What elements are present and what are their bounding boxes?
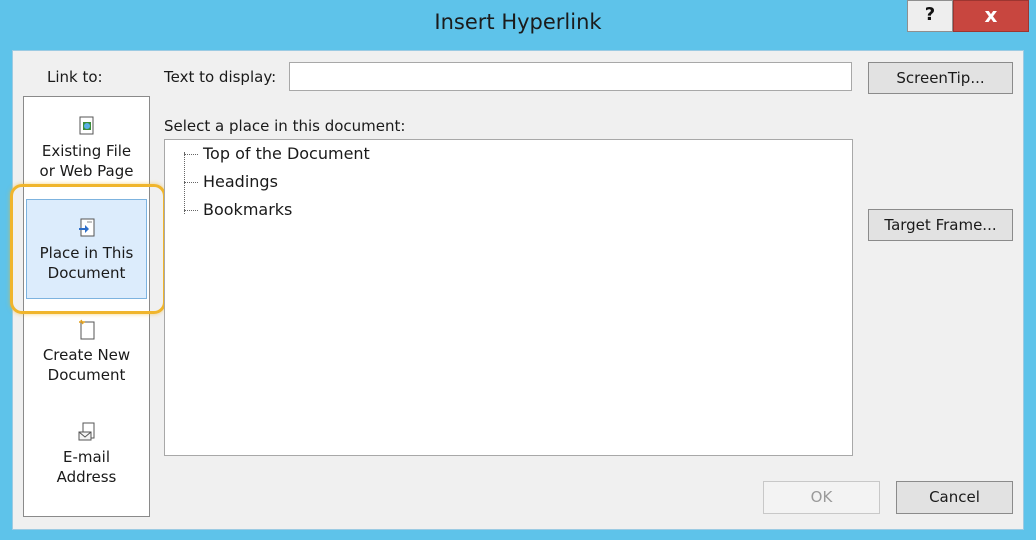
place-tree[interactable]: Top of the Document Headings Bookmarks <box>164 139 853 456</box>
cancel-button[interactable]: Cancel <box>896 481 1013 514</box>
link-to-label: Link to: <box>47 68 103 86</box>
close-button[interactable]: x <box>953 0 1029 32</box>
sidebar-item-place-in-document[interactable]: Place in This Document <box>24 217 149 283</box>
email-address-icon <box>78 422 94 441</box>
target-frame-button[interactable]: Target Frame... <box>868 209 1013 241</box>
dialog-body: Link to: Existing File or Web Page Place… <box>10 50 1024 530</box>
select-place-label: Select a place in this document: <box>164 117 406 135</box>
tree-item-headings[interactable]: Headings <box>184 172 278 194</box>
tree-item-label: Headings <box>203 172 278 191</box>
text-to-display-label: Text to display: <box>164 68 277 86</box>
sidebar-item-place-line2: Document <box>47 264 126 282</box>
sidebar-item-create-new-document[interactable]: Create New Document <box>24 319 149 385</box>
sidebar-item-existing-file[interactable]: Existing File or Web Page <box>24 115 149 181</box>
sidebar-item-existing-file-line2: or Web Page <box>39 162 134 180</box>
tree-item-label: Bookmarks <box>203 200 293 219</box>
screentip-button[interactable]: ScreenTip... <box>868 62 1013 94</box>
existing-file-icon <box>79 116 93 135</box>
sidebar-item-email-address[interactable]: E-mail Address <box>24 421 149 487</box>
tree-item-label: Top of the Document <box>203 144 370 163</box>
create-new-document-icon <box>78 319 94 340</box>
sidebar-item-email-line2: Address <box>56 468 117 486</box>
ok-button[interactable]: OK <box>763 481 880 514</box>
window-title: Insert Hyperlink <box>434 10 602 34</box>
place-in-document-icon <box>78 218 94 237</box>
link-to-sidebar: Existing File or Web Page Place in This … <box>23 96 150 517</box>
sidebar-item-email-line1: E-mail <box>62 448 111 466</box>
text-to-display-input[interactable] <box>289 62 852 91</box>
sidebar-item-existing-file-line1: Existing File <box>41 142 132 160</box>
help-button[interactable]: ? <box>907 0 953 32</box>
title-bar: Insert Hyperlink ? x <box>0 0 1036 48</box>
tree-item-bookmarks[interactable]: Bookmarks <box>184 200 292 222</box>
sidebar-item-create-line2: Document <box>47 366 126 384</box>
sidebar-item-place-line1: Place in This <box>39 244 134 262</box>
tree-item-top-of-document[interactable]: Top of the Document <box>184 144 370 166</box>
sidebar-item-create-line1: Create New <box>42 346 131 364</box>
